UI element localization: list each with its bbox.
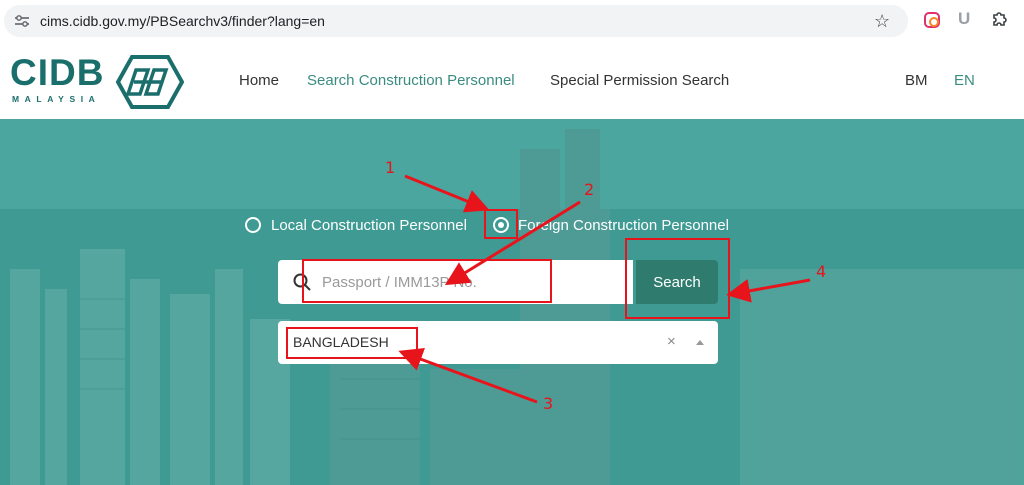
instagram-extension-icon[interactable]: [924, 12, 940, 28]
annotation-box-input: [302, 259, 552, 303]
u-extension-icon[interactable]: U: [958, 9, 970, 29]
language-bm[interactable]: BM: [905, 72, 928, 89]
address-bar[interactable]: cims.cidb.gov.my/PBSearchv3/finder?lang=…: [4, 5, 908, 37]
clear-icon[interactable]: ×: [667, 333, 676, 350]
annotation-number-1: 1: [385, 158, 396, 177]
nav-special-permission-search[interactable]: Special Permission Search: [550, 72, 729, 89]
logo-subtitle: MALAYSIA: [12, 94, 101, 104]
url-text[interactable]: cims.cidb.gov.my/PBSearchv3/finder?lang=…: [40, 13, 325, 29]
annotation-box-search-button: [625, 238, 730, 319]
annotation-number-2: 2: [584, 180, 595, 199]
bookmark-star-icon[interactable]: ☆: [874, 11, 890, 31]
radio-foreign-label[interactable]: Foreign Construction Personnel: [518, 217, 729, 234]
annotation-box-radio: [484, 209, 518, 239]
radio-local-label[interactable]: Local Construction Personnel: [271, 217, 467, 234]
puzzle-icon[interactable]: [990, 9, 1010, 29]
annotation-number-3: 3: [543, 394, 554, 413]
cidb-logo[interactable]: CIDB MALAYSIA: [10, 52, 185, 112]
nav-search-construction-personnel[interactable]: Search Construction Personnel: [307, 72, 515, 89]
caret-up-icon[interactable]: [696, 340, 704, 345]
logo-text: CIDB: [10, 52, 105, 93]
language-en[interactable]: EN: [954, 72, 975, 89]
nav-home[interactable]: Home: [239, 72, 279, 89]
site-header: CIDB MALAYSIA Home Search Construction P…: [0, 42, 1018, 119]
browser-toolbar: cims.cidb.gov.my/PBSearchv3/finder?lang=…: [0, 0, 1024, 42]
cidb-hexagon-mark-icon: [115, 55, 184, 109]
annotation-number-4: 4: [816, 262, 827, 281]
site-info-icon[interactable]: [14, 14, 30, 28]
annotation-box-country: [286, 327, 418, 359]
radio-local[interactable]: [245, 217, 261, 233]
